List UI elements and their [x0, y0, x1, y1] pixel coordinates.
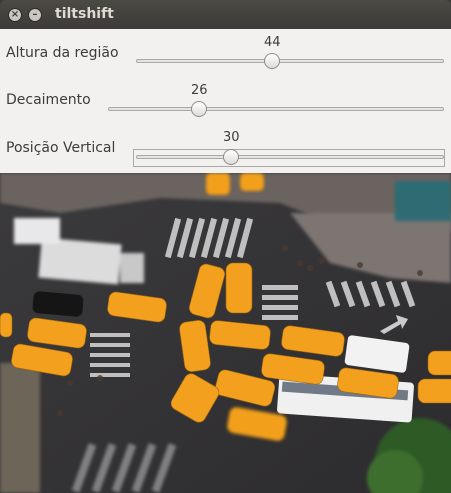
slider-value-posicao: 30	[223, 130, 240, 145]
slider-handle-decaimento[interactable]	[191, 101, 207, 117]
slider-value-altura: 44	[264, 35, 281, 50]
minimize-window-button[interactable]: –	[28, 8, 42, 22]
controls-panel: Altura da região 44 Decaimento 26 Posiçã…	[0, 29, 451, 173]
slider-track-posicao[interactable]	[136, 155, 444, 159]
slider-label-posicao: Posição Vertical	[6, 140, 116, 156]
close-window-button[interactable]: ×	[8, 8, 22, 22]
slider-label-decaimento: Decaimento	[6, 92, 91, 108]
slider-track-altura[interactable]	[136, 59, 444, 63]
slider-label-altura: Altura da região	[6, 45, 119, 61]
slider-handle-altura[interactable]	[264, 53, 280, 69]
title-bar: × – tiltshift	[0, 0, 451, 29]
slider-value-decaimento: 26	[191, 83, 208, 98]
slider-handle-posicao[interactable]	[223, 149, 239, 165]
city-intersection-image	[0, 173, 451, 493]
slider-track-decaimento[interactable]	[108, 107, 444, 111]
window-title: tiltshift	[55, 6, 114, 22]
